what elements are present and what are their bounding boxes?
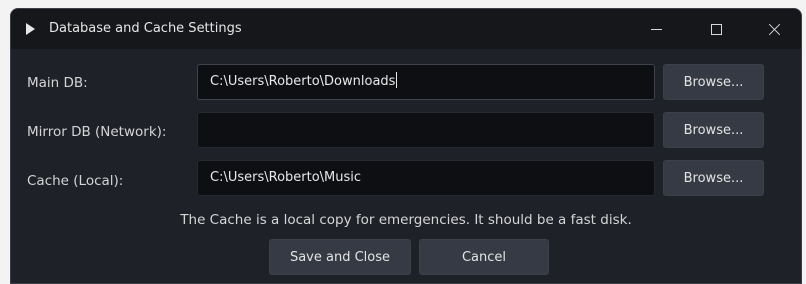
settings-dialog: Database and Cache Settings Main DB: C:\…	[10, 8, 802, 284]
save-and-close-button[interactable]: Save and Close	[269, 239, 411, 275]
main-db-label: Main DB:	[27, 75, 88, 91]
cache-note: The Cache is a local copy for emergencie…	[180, 212, 632, 228]
cache-path-input[interactable]: C:\Users\Roberto\Music	[197, 160, 655, 196]
cancel-button[interactable]: Cancel	[419, 239, 549, 275]
window-title: Database and Cache Settings	[49, 21, 242, 36]
title-bar[interactable]: Database and Cache Settings	[11, 9, 801, 49]
app-play-icon	[26, 23, 35, 35]
minimize-icon	[650, 28, 662, 30]
main-db-path-value: C:\Users\Roberto\Downloads	[210, 74, 396, 89]
main-db-path-input[interactable]: C:\Users\Roberto\Downloads	[197, 64, 655, 100]
text-caret	[396, 72, 398, 88]
cache-label: Cache (Local):	[27, 173, 124, 189]
minimize-button[interactable]	[627, 9, 685, 49]
maximize-icon	[710, 23, 722, 35]
mirror-db-path-input[interactable]	[197, 112, 655, 148]
cache-path-value: C:\Users\Roberto\Music	[210, 170, 362, 185]
cache-browse-button[interactable]: Browse...	[663, 160, 764, 196]
main-db-browse-button[interactable]: Browse...	[663, 64, 764, 100]
close-icon	[768, 23, 781, 36]
mirror-db-label: Mirror DB (Network):	[27, 124, 167, 140]
maximize-button[interactable]	[687, 9, 745, 49]
mirror-db-browse-button[interactable]: Browse...	[663, 112, 764, 148]
close-button[interactable]	[745, 9, 801, 49]
